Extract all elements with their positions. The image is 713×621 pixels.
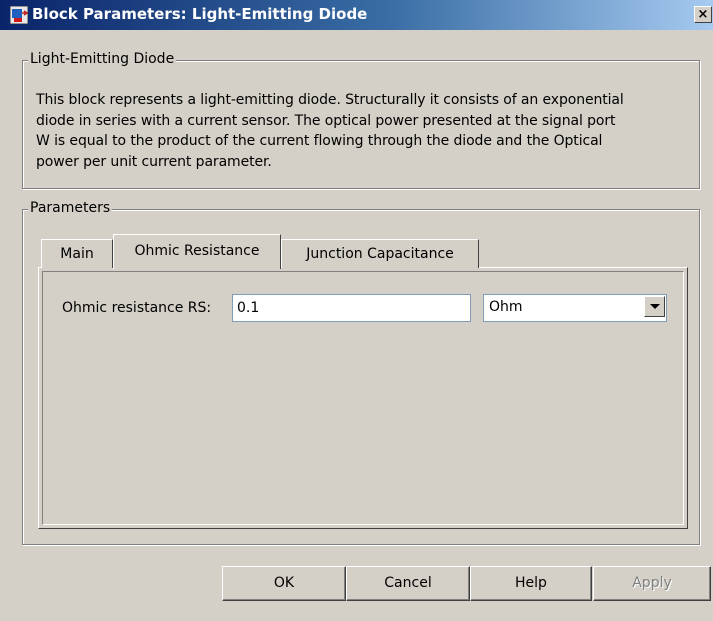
title-bar[interactable]: Block Parameters: Light-Emitting Diode × — [0, 0, 713, 30]
chevron-down-icon[interactable] — [644, 296, 665, 317]
description-line: diode in series with a current sensor. T… — [36, 112, 616, 129]
ohmic-resistance-input[interactable] — [232, 294, 471, 322]
simulink-block-icon — [10, 6, 28, 24]
window-title: Block Parameters: Light-Emitting Diode — [32, 5, 368, 23]
help-button[interactable]: Help — [470, 566, 592, 601]
cancel-button[interactable]: Cancel — [346, 566, 470, 601]
ok-button[interactable]: OK — [222, 566, 346, 601]
apply-button[interactable]: Apply — [593, 566, 711, 601]
tab-ohmic-resistance[interactable]: Ohmic Resistance — [113, 234, 281, 269]
tab-main-label: Main — [60, 246, 94, 262]
ohmic-resistance-unit-select[interactable]: Ohm — [483, 294, 667, 322]
tab-junction-capacitance-label: Junction Capacitance — [306, 246, 454, 262]
tab-junction-capacitance[interactable]: Junction Capacitance — [281, 239, 479, 268]
tab-ohmic-resistance-label: Ohmic Resistance — [134, 243, 260, 259]
description-line: This block represents a light-emitting d… — [36, 92, 624, 108]
description-line: W is equal to the product of the current… — [36, 133, 603, 149]
description-group-label: Light-Emitting Diode — [28, 51, 177, 67]
close-icon[interactable]: × — [694, 6, 712, 23]
block-description: This block represents a light-emitting d… — [36, 90, 713, 172]
ohmic-resistance-label: Ohmic resistance RS: — [62, 300, 212, 316]
parameters-group-label: Parameters — [28, 200, 113, 216]
tab-main[interactable]: Main — [41, 239, 113, 268]
unit-selected-value: Ohm — [489, 299, 523, 315]
description-line: power per unit current parameter. — [36, 153, 272, 170]
